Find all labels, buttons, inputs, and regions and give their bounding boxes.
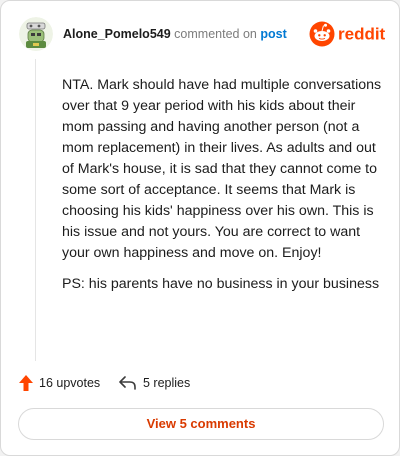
comment-card: Alone_Pomelo549 commented on post reddit…	[0, 0, 400, 456]
reply-count: 5 replies	[143, 376, 191, 390]
post-link[interactable]: post	[260, 27, 286, 41]
brand-wordmark: reddit	[338, 25, 385, 44]
reply-button[interactable]: 5 replies	[119, 373, 190, 393]
comment-paragraph: PS: his parents have no business in your…	[62, 276, 380, 292]
upvote-button[interactable]: 16 upvotes	[19, 373, 100, 393]
username-link[interactable]: Alone_Pomelo549	[63, 27, 171, 41]
action-text: commented on	[174, 27, 257, 41]
upvote-arrow-icon	[19, 375, 33, 391]
reddit-logo[interactable]: reddit	[309, 20, 386, 48]
user-avatar[interactable]	[19, 17, 53, 51]
comment-body: NTA. Mark should have had multiple conve…	[62, 75, 384, 305]
view-comments-button[interactable]: View 5 comments	[18, 408, 384, 440]
avatar-image-icon	[19, 17, 53, 51]
reddit-logo-icon: reddit	[309, 21, 386, 47]
upvote-count: 16 upvotes	[39, 376, 101, 390]
comment-header: Alone_Pomelo549 commented on post reddit	[19, 17, 386, 51]
reply-arrow-icon	[119, 376, 136, 390]
comment-paragraph: NTA. Mark should have had multiple conve…	[62, 77, 382, 261]
comment-meta: Alone_Pomelo549 commented on post	[63, 26, 287, 42]
thread-line	[35, 59, 36, 361]
